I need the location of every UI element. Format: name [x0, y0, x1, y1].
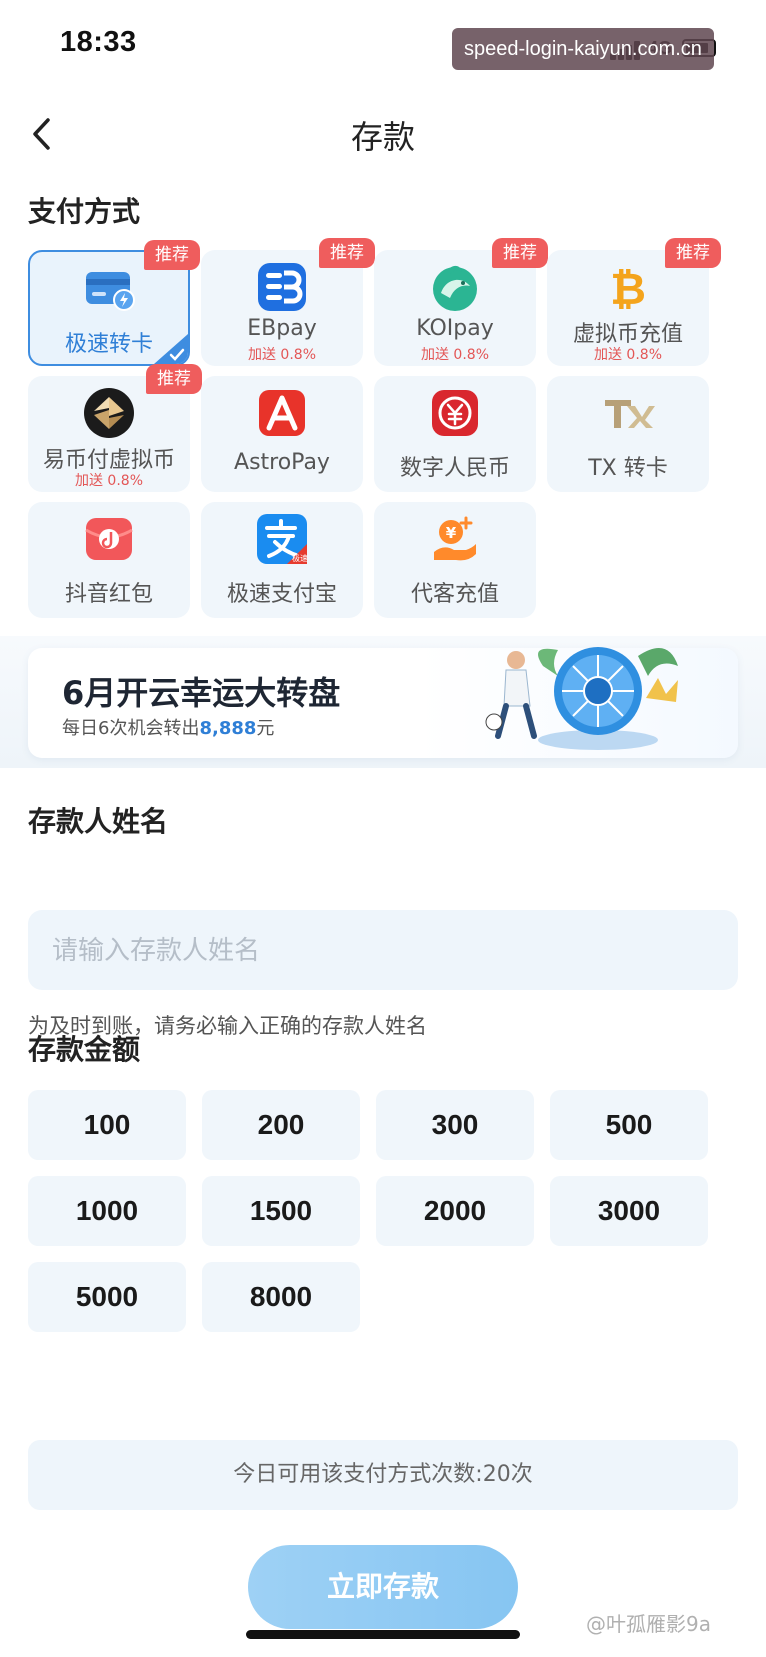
recommend-badge: 推荐	[319, 238, 375, 268]
yibifu-icon	[84, 388, 134, 438]
svg-text:¥: ¥	[446, 524, 457, 542]
bonus-text: 加送 0.8%	[593, 347, 663, 363]
payment-method-label: KOIpay	[416, 316, 494, 341]
usage-count-note: 今日可用该支付方式次数:20次	[28, 1440, 738, 1510]
payment-section-title: 支付方式	[28, 195, 141, 228]
depositor-section-title: 存款人姓名	[28, 805, 169, 838]
payment-method-digital-rmb[interactable]: 数字人民币	[374, 376, 536, 492]
deposit-now-button[interactable]: 立即存款	[248, 1545, 518, 1629]
amount-option[interactable]: 2000	[376, 1176, 534, 1246]
amount-section-title: 存款金额	[28, 1033, 141, 1066]
payment-method-ebpay[interactable]: EBpay 加送 0.8% 推荐	[201, 238, 375, 366]
amount-option[interactable]: 200	[202, 1090, 360, 1160]
payment-method-douyin[interactable]: 抖音红包	[28, 502, 190, 618]
agent-recharge-icon: ¥	[434, 516, 476, 561]
author-watermark: @叶孤雁影9a	[586, 1612, 711, 1636]
payment-method-agent-recharge[interactable]: ¥ 代客充值	[374, 502, 536, 618]
digital-rmb-icon	[432, 390, 478, 436]
payment-method-crypto[interactable]: ₿ 虚拟币充值 加送 0.8% 推荐	[547, 238, 721, 366]
prize-wheel-illustration	[485, 647, 678, 750]
svg-text:极速: 极速	[292, 553, 308, 563]
payment-method-fast-alipay[interactable]: 极速 极速支付宝	[201, 502, 363, 618]
bonus-text: 加送 0.8%	[247, 347, 317, 363]
recommend-badge: 推荐	[146, 364, 202, 394]
amount-option[interactable]: 1500	[202, 1176, 360, 1246]
status-time: 18:33	[60, 26, 137, 58]
payment-method-fast-card[interactable]: 极速转卡 推荐	[28, 240, 200, 366]
banner-amount: 8,888	[199, 718, 257, 739]
amount-option[interactable]: 3000	[550, 1176, 708, 1246]
payment-method-label: 数字人民币	[399, 456, 510, 481]
payment-method-koipay[interactable]: KOIpay 加送 0.8% 推荐	[374, 238, 548, 366]
payment-method-astropay[interactable]: AstroPay	[201, 376, 363, 492]
lucky-wheel-banner[interactable]: 6月开云幸运大转盘 每日6次机会转出8,888元	[28, 647, 738, 758]
payment-method-label: 抖音红包	[64, 582, 153, 607]
payment-method-yibifu[interactable]: 易币付虚拟币 加送 0.8% 推荐	[28, 364, 202, 492]
astropay-icon	[259, 390, 305, 436]
amount-option[interactable]: 5000	[28, 1262, 186, 1332]
home-indicator	[246, 1630, 520, 1639]
recommend-badge: 推荐	[144, 240, 200, 270]
payment-method-label: AstroPay	[234, 450, 330, 475]
payment-method-label: TX 转卡	[588, 456, 668, 481]
amount-option[interactable]: 1000	[28, 1176, 186, 1246]
recommend-badge: 推荐	[492, 238, 548, 268]
bonus-text: 加送 0.8%	[420, 347, 490, 363]
bitcoin-icon: ₿	[610, 264, 646, 314]
amount-option[interactable]: 500	[550, 1090, 708, 1160]
koipay-icon	[433, 265, 477, 311]
svg-text:₿: ₿	[610, 264, 646, 314]
check-icon	[154, 334, 188, 364]
watermark-url: speed-login-kaiyun.com.cn	[452, 28, 714, 70]
page-title: 存款	[350, 118, 415, 156]
douyin-redpacket-icon	[85, 518, 133, 560]
recommend-badge: 推荐	[665, 238, 721, 268]
bonus-text: 加送 0.8%	[74, 473, 144, 489]
back-button[interactable]	[22, 112, 62, 156]
banner-subtitle: 每日6次机会转出8,888元	[62, 718, 275, 739]
depositor-name-input[interactable]	[50, 910, 714, 992]
amount-option[interactable]: 300	[376, 1090, 534, 1160]
payment-method-label: EBpay	[247, 316, 317, 341]
banner-title: 6月开云幸运大转盘	[62, 674, 341, 712]
amount-option[interactable]: 100	[28, 1090, 186, 1160]
payment-method-label: 极速支付宝	[226, 582, 337, 607]
tx-logo-icon	[605, 400, 655, 428]
amount-option[interactable]: 8000	[202, 1262, 360, 1332]
payment-method-tx-card[interactable]: TX 转卡	[547, 376, 709, 492]
payment-method-label: 代客充值	[410, 582, 499, 607]
alipay-icon: 极速	[257, 514, 308, 564]
ebpay-icon	[258, 263, 306, 311]
chevron-left-icon	[33, 118, 50, 150]
bank-card-icon	[86, 272, 135, 311]
depositor-name-field	[28, 910, 738, 992]
